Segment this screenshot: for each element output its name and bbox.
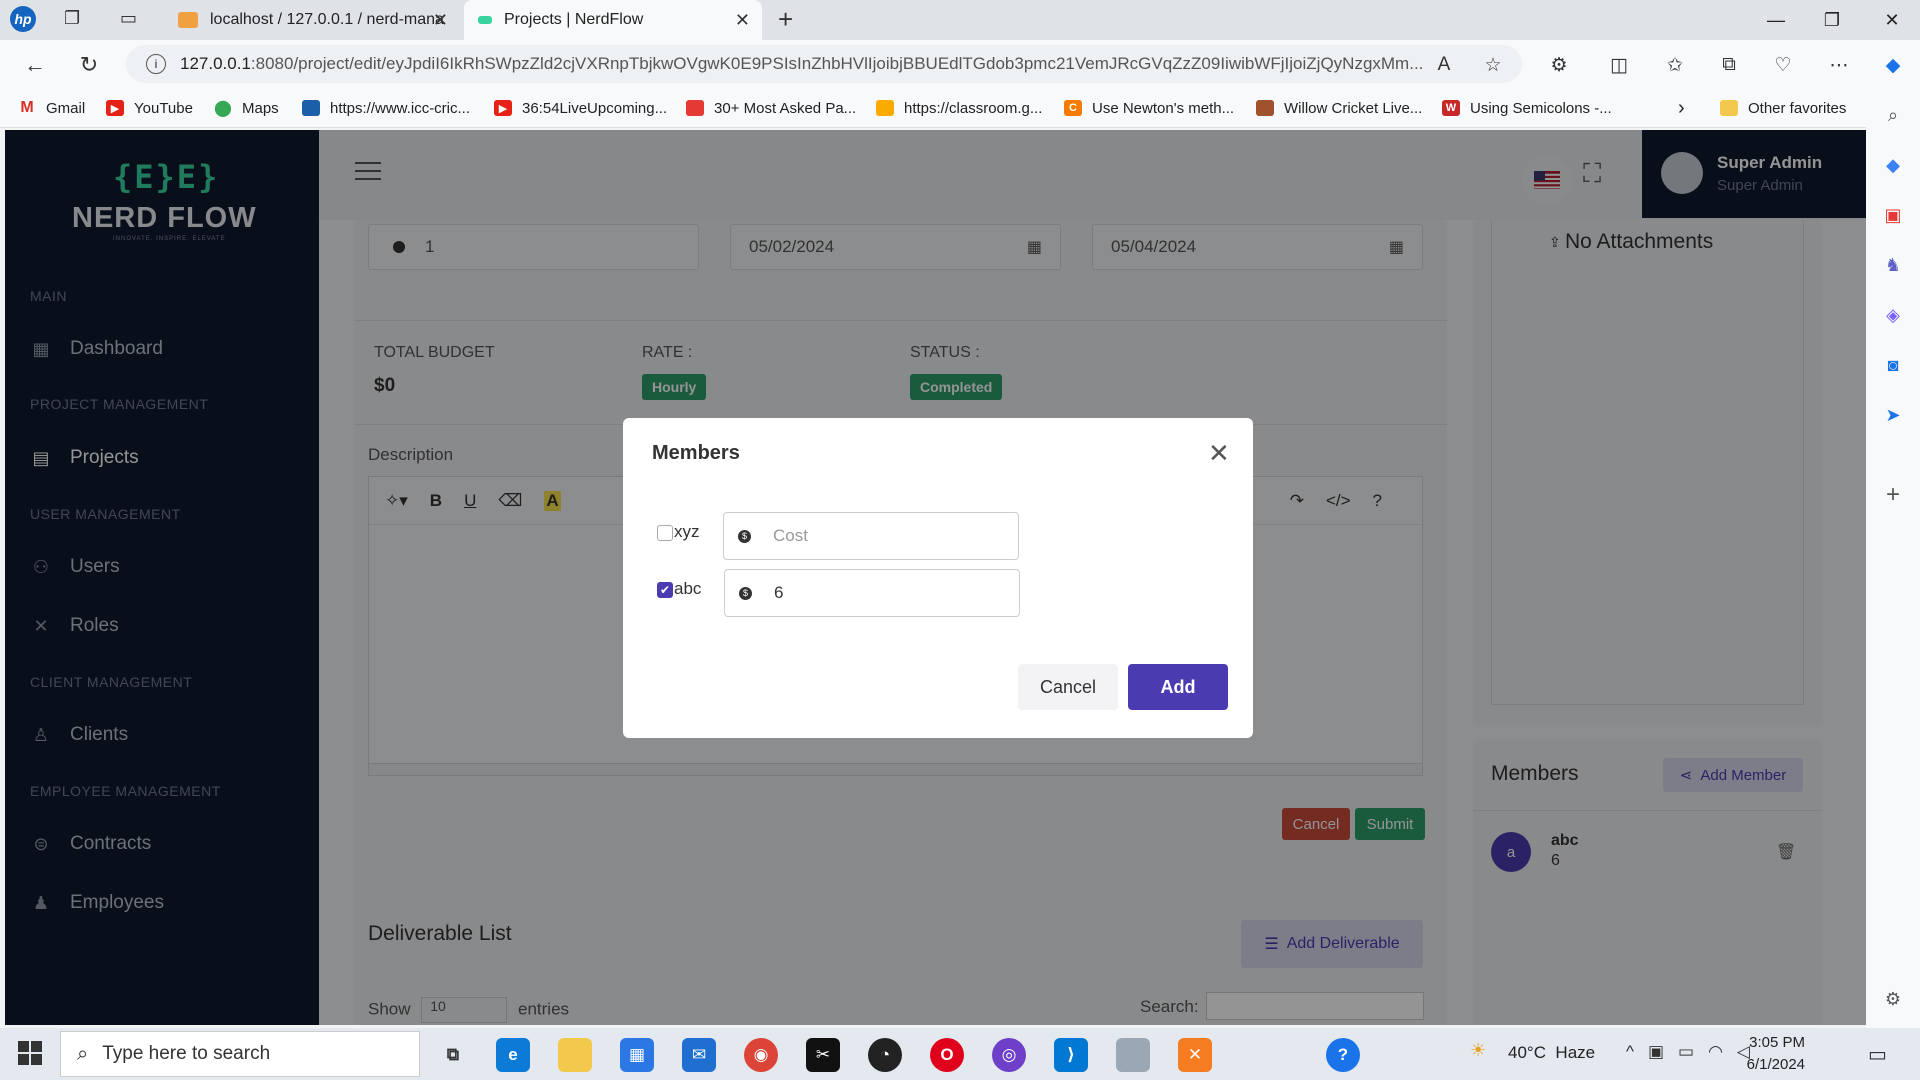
modal-cancel-button[interactable]: Cancel [1018, 664, 1118, 710]
shopping-tag-icon[interactable]: ◆ [1878, 150, 1908, 180]
hp-logo-icon: hp [10, 6, 36, 32]
bookmarks-more-icon[interactable]: › [1678, 96, 1685, 120]
mail-icon[interactable]: ✉ [682, 1038, 716, 1072]
nerdflow-app: {E}E} NERD FLOW INNOVATE. INSPIRE. ELEVA… [5, 130, 1866, 1025]
youtube-icon: ▶ [106, 100, 124, 116]
outlook-icon[interactable]: ◙ [1878, 350, 1908, 380]
taskbar-search-input[interactable]: ⌕ Type here to search [60, 1031, 420, 1077]
bookmark-semicolons[interactable]: W Using Semicolons -... [1442, 96, 1612, 120]
refresh-icon[interactable]: ↻ [72, 48, 106, 82]
bookmark-youtube[interactable]: ▶ YouTube [106, 96, 193, 120]
bookmark-other-favorites[interactable]: Other favorites [1720, 96, 1846, 120]
window-close-icon[interactable]: ✕ [1864, 0, 1920, 40]
github-desktop-icon[interactable]: ◎ [992, 1038, 1026, 1072]
minimize-icon[interactable]: — [1748, 0, 1804, 40]
address-bar[interactable]: i 127.0.0.1:8080/project/edit/eyJpdiI6Ik… [126, 45, 1522, 83]
site-info-icon[interactable]: i [146, 54, 166, 74]
capcut-icon[interactable]: ✂ [806, 1038, 840, 1072]
member-checkbox-abc[interactable]: ✔ [657, 582, 673, 598]
modal-title: Members [652, 442, 740, 464]
file-explorer-icon[interactable] [558, 1038, 592, 1072]
speedtest-icon[interactable]: ◔ [868, 1038, 902, 1072]
tab-actions-icon[interactable]: ▭ [120, 8, 137, 29]
bookmark-live-upcoming[interactable]: ▶ 36:54LiveUpcoming... [494, 96, 667, 120]
workspaces-icon[interactable]: ❐ [64, 8, 80, 29]
weather-icon: ☀ [1470, 1040, 1487, 1060]
edge-taskbar-icon[interactable]: e [496, 1038, 530, 1072]
bookmark-icc[interactable]: https://www.icc-cric... [302, 96, 470, 120]
bookmark-newton[interactable]: C Use Newton's meth... [1064, 96, 1234, 120]
members-modal: Members ✕ xyz $ Cost ✔ abc $ 6 Cancel Ad… [623, 418, 1253, 738]
sidebar-search-icon[interactable]: ⌕ [1878, 100, 1908, 130]
restore-icon[interactable]: ❐ [1804, 0, 1860, 40]
copilot-icon[interactable]: ◆ [1878, 50, 1908, 80]
youtube-icon: ▶ [494, 100, 512, 116]
store-icon[interactable]: ▦ [620, 1038, 654, 1072]
folder-icon [1720, 100, 1738, 116]
close-tab-icon[interactable]: ✕ [735, 10, 750, 31]
member-checkbox-xyz[interactable] [657, 525, 673, 541]
tab-phpmyadmin[interactable]: localhost / 127.0.0.1 / nerd-mana ✕ [164, 0, 460, 40]
copilot-office-icon[interactable]: ◈ [1878, 300, 1908, 330]
telegram-icon[interactable]: ➤ [1878, 400, 1908, 430]
gmail-icon: M [20, 99, 34, 116]
maps-pin-icon: ⬤ [214, 100, 232, 117]
help-tips-icon[interactable]: ? [1326, 1038, 1360, 1072]
bookmark-willow[interactable]: Willow Cricket Live... [1256, 96, 1422, 120]
app-icon[interactable] [1116, 1038, 1150, 1072]
close-tab-icon[interactable]: ✕ [433, 10, 448, 31]
sidebar-settings-icon[interactable]: ⚙ [1878, 984, 1908, 1014]
dollar-icon: $ [738, 529, 751, 543]
member-option-abc: abc [674, 579, 702, 598]
modal-add-button[interactable]: Add [1128, 664, 1228, 710]
notifications-icon[interactable]: ▭ [1868, 1042, 1887, 1067]
new-tab-icon[interactable]: + [778, 4, 793, 35]
bookmark-maps[interactable]: ⬤ Maps [214, 96, 279, 120]
member-option-xyz: xyz [674, 522, 700, 541]
cricket-bat-icon [1256, 100, 1274, 116]
bookmark-gmail[interactable]: M Gmail [18, 96, 85, 120]
favorites-icon[interactable]: ✩ [1660, 50, 1690, 80]
site-icon [686, 100, 704, 116]
dollar-icon: $ [739, 586, 752, 600]
browser-essentials-icon[interactable]: ♡ [1768, 50, 1798, 80]
more-menu-icon[interactable]: ⋯ [1824, 50, 1854, 80]
nerdflow-favicon-icon [478, 16, 492, 24]
favorite-star-icon[interactable]: ☆ [1478, 50, 1508, 80]
xampp-icon[interactable]: ✕ [1178, 1038, 1212, 1072]
task-view-icon[interactable]: ⧉ [436, 1038, 470, 1072]
clock-date[interactable]: 6/1/2024 [1725, 1056, 1805, 1073]
chrome-icon[interactable]: ◉ [744, 1038, 778, 1072]
bookmark-classroom[interactable]: https://classroom.g... [876, 96, 1042, 120]
extensions-icon[interactable]: ⚙ [1544, 50, 1574, 80]
collections-icon[interactable]: ⧉ [1714, 50, 1744, 80]
cost-input-abc[interactable]: $ 6 [724, 569, 1020, 617]
opera-icon[interactable]: O [930, 1038, 964, 1072]
site-icon: C [1064, 100, 1082, 116]
split-screen-icon[interactable]: ◫ [1604, 50, 1634, 80]
site-icon: W [1442, 100, 1460, 116]
add-sidebar-app-icon[interactable]: + [1878, 480, 1908, 510]
weather-text[interactable]: 40°C Haze [1508, 1043, 1595, 1063]
windows-start-icon[interactable] [18, 1041, 42, 1065]
back-icon[interactable]: ← [18, 48, 52, 82]
games-icon[interactable]: ♞ [1878, 250, 1908, 280]
modal-close-icon[interactable]: ✕ [1208, 438, 1230, 469]
read-aloud-icon[interactable]: A [1429, 50, 1459, 80]
clock-time[interactable]: 3:05 PM [1725, 1034, 1805, 1051]
phpmyadmin-favicon-icon [178, 12, 198, 28]
classroom-icon [876, 100, 894, 116]
bookmark-most-asked[interactable]: 30+ Most Asked Pa... [686, 96, 856, 120]
tab-projects-nerdflow[interactable]: Projects | NerdFlow ✕ [464, 0, 762, 40]
tools-icon[interactable]: ▣ [1878, 200, 1908, 230]
vscode-icon[interactable]: ⟩ [1054, 1038, 1088, 1072]
search-icon: ⌕ [77, 1042, 89, 1065]
cost-input-xyz[interactable]: $ Cost [723, 512, 1019, 560]
icc-icon [302, 100, 320, 116]
